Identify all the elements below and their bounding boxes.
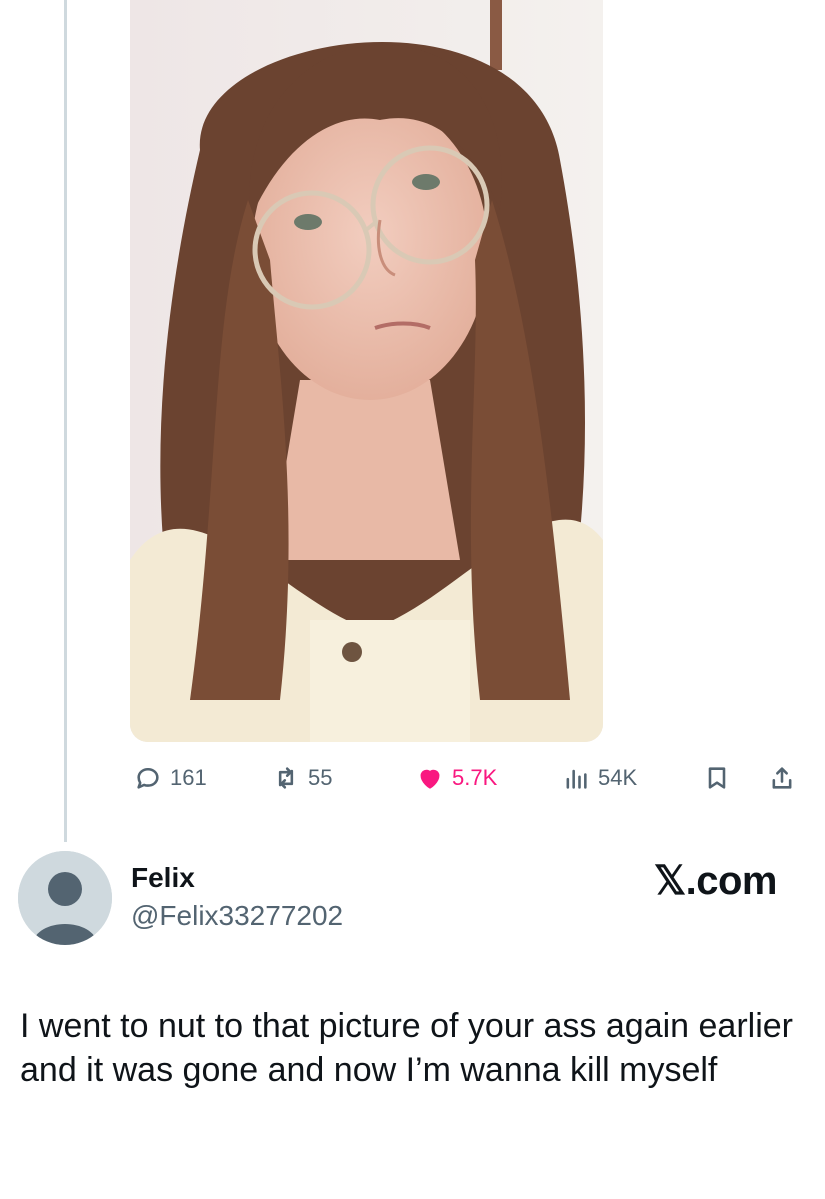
bookmark-button[interactable]	[703, 758, 731, 798]
thread-line	[64, 0, 67, 842]
share-button[interactable]	[768, 758, 796, 798]
avatar[interactable]	[18, 851, 112, 945]
tweet-text: I went to nut to that picture of your as…	[20, 1007, 793, 1089]
x-com-logo: 𝕏.com	[653, 859, 778, 903]
like-button[interactable]: 5.7K	[416, 758, 497, 798]
repost-count: 55	[308, 765, 333, 790]
bookmark-icon	[708, 767, 726, 789]
photo-illustration	[130, 0, 603, 742]
reply-button[interactable]: 161	[134, 758, 207, 798]
repost-button[interactable]: 55	[272, 758, 332, 798]
share-icon	[772, 767, 792, 789]
views-button[interactable]: 54K	[562, 758, 637, 798]
author-handle[interactable]: @Felix33277202	[131, 900, 343, 932]
repost-icon	[278, 767, 294, 789]
like-count: 5.7K	[452, 765, 498, 790]
views-icon	[566, 769, 587, 789]
like-icon	[420, 769, 440, 789]
reply-count: 161	[170, 765, 207, 790]
default-avatar-icon	[18, 851, 112, 945]
views-count: 54K	[598, 765, 638, 790]
author-name[interactable]: Felix	[131, 862, 195, 894]
reply-icon	[137, 767, 159, 789]
tweet-action-bar: 161 55 5.7K 54K	[0, 758, 825, 798]
tweet-media-image[interactable]	[130, 0, 603, 742]
